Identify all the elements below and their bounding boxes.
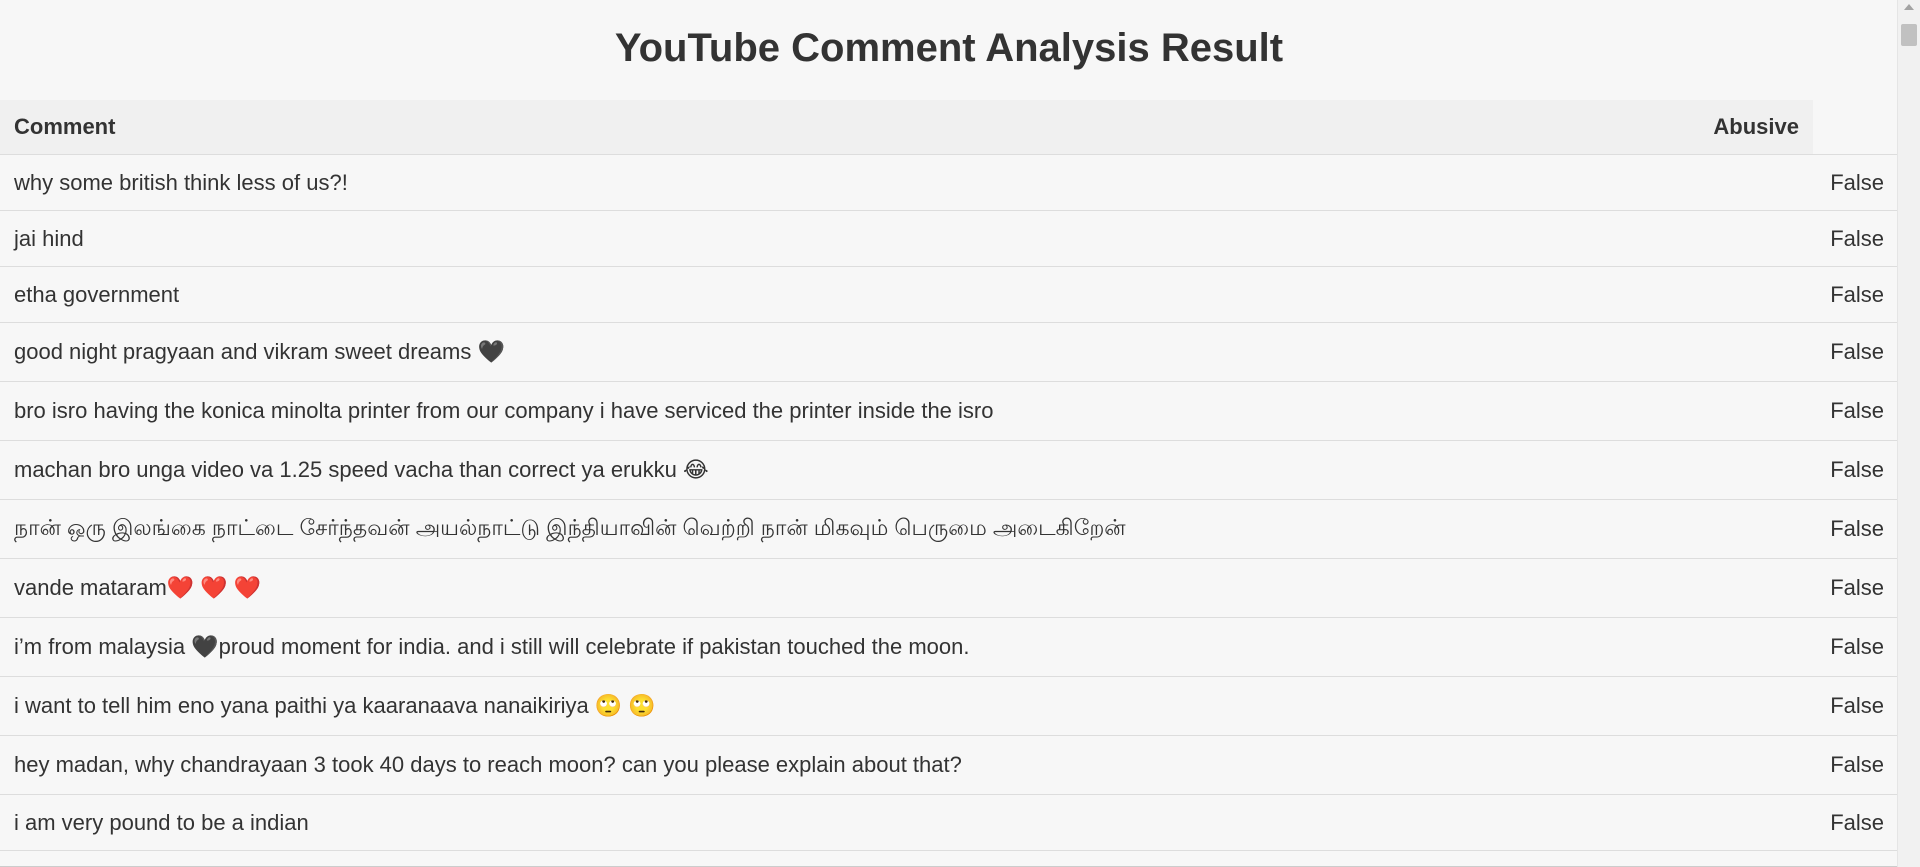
abusive-cell: False bbox=[1813, 735, 1898, 795]
abusive-cell: False bbox=[1813, 617, 1898, 677]
comment-cell: vande mataram❤️ ❤️ ❤️ bbox=[0, 558, 1813, 618]
comment-cell: i am very pound to be a indian bbox=[0, 794, 1813, 851]
table-row: i am very pound to be a indian False bbox=[0, 794, 1898, 851]
table-row: False bbox=[0, 850, 1898, 867]
abusive-cell: False bbox=[1813, 381, 1898, 441]
column-header-spacer bbox=[1813, 100, 1898, 155]
table-row: good night pragyaan and vikram sweet dre… bbox=[0, 322, 1898, 382]
table-header-row: Comment Abusive bbox=[0, 100, 1898, 155]
comment-cell: good night pragyaan and vikram sweet dre… bbox=[0, 322, 1813, 382]
comment-cell: i want to tell him eno yana paithi ya ka… bbox=[0, 676, 1813, 736]
comment-cell: why some british think less of us?! bbox=[0, 154, 1813, 211]
abusive-cell: False bbox=[1813, 850, 1898, 867]
page: YouTube Comment Analysis Result Comment … bbox=[0, 0, 1920, 867]
column-header-comment: Comment Abusive bbox=[0, 100, 1813, 155]
abusive-cell: False bbox=[1813, 499, 1898, 559]
comment-cell bbox=[0, 850, 1813, 867]
table-row: நான் ஒரு இலங்கை நாட்டை சேர்ந்தவன் அயல்நா… bbox=[0, 499, 1898, 559]
comment-cell: bro isro having the konica minolta print… bbox=[0, 381, 1813, 441]
comment-cell: jai hind bbox=[0, 210, 1813, 267]
table-row: etha government False bbox=[0, 266, 1898, 323]
abusive-cell: False bbox=[1813, 794, 1898, 851]
comment-cell: hey madan, why chandrayaan 3 took 40 day… bbox=[0, 735, 1813, 795]
table-row: bro isro having the konica minolta print… bbox=[0, 381, 1898, 441]
table-row: i’m from malaysia 🖤proud moment for indi… bbox=[0, 617, 1898, 677]
results-table: Comment Abusive why some british think l… bbox=[0, 100, 1898, 867]
abusive-cell: False bbox=[1813, 676, 1898, 736]
abusive-cell: False bbox=[1813, 266, 1898, 323]
abusive-cell: False bbox=[1813, 322, 1898, 382]
content-area: YouTube Comment Analysis Result Comment … bbox=[0, 0, 1898, 867]
table-row: machan bro unga video va 1.25 speed vach… bbox=[0, 440, 1898, 500]
scrollbar-thumb[interactable] bbox=[1901, 24, 1917, 46]
abusive-cell: False bbox=[1813, 154, 1898, 211]
table-row: why some british think less of us?! False bbox=[0, 154, 1898, 211]
table-row: i want to tell him eno yana paithi ya ka… bbox=[0, 676, 1898, 736]
table-body: why some british think less of us?! False… bbox=[0, 154, 1898, 867]
comment-cell: etha government bbox=[0, 266, 1813, 323]
column-header-abusive: Abusive bbox=[1713, 114, 1799, 139]
table-row: hey madan, why chandrayaan 3 took 40 day… bbox=[0, 735, 1898, 795]
table-row: vande mataram❤️ ❤️ ❤️ False bbox=[0, 558, 1898, 618]
abusive-cell: False bbox=[1813, 210, 1898, 267]
abusive-cell: False bbox=[1813, 558, 1898, 618]
abusive-cell: False bbox=[1813, 440, 1898, 500]
comment-cell: i’m from malaysia 🖤proud moment for indi… bbox=[0, 617, 1813, 677]
comment-cell: machan bro unga video va 1.25 speed vach… bbox=[0, 440, 1813, 500]
scroll-up-arrow-icon[interactable] bbox=[1904, 4, 1914, 10]
vertical-scrollbar[interactable] bbox=[1897, 0, 1920, 867]
page-title: YouTube Comment Analysis Result bbox=[614, 26, 1284, 70]
table-row: jai hind False bbox=[0, 210, 1898, 267]
comment-cell: நான் ஒரு இலங்கை நாட்டை சேர்ந்தவன் அயல்நா… bbox=[0, 499, 1813, 559]
